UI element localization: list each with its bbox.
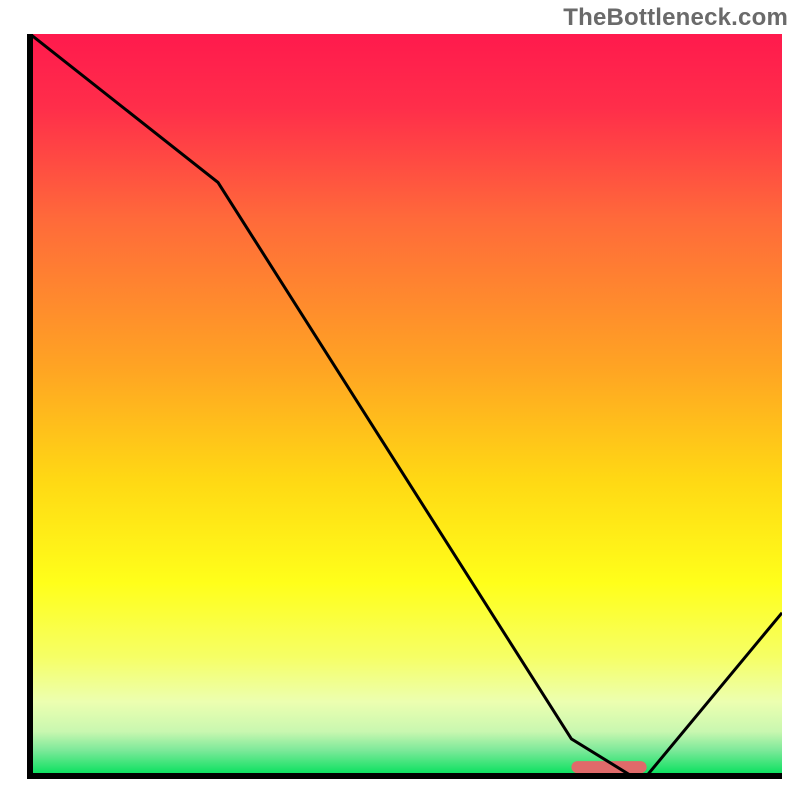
plot-background — [30, 34, 782, 776]
chart-container: TheBottleneck.com — [0, 0, 800, 800]
bottleneck-chart — [0, 0, 800, 800]
watermark: TheBottleneck.com — [563, 4, 788, 32]
